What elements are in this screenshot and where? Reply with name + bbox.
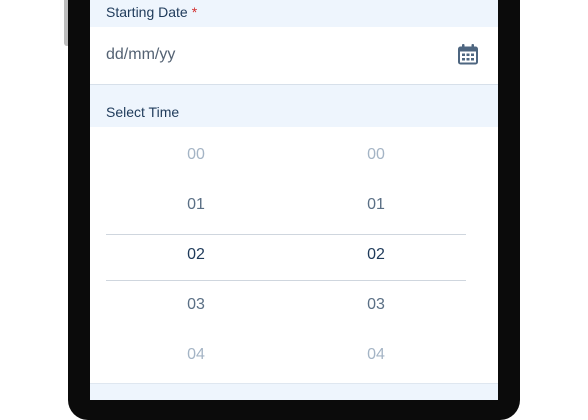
- select-time-label: Select Time: [106, 104, 180, 120]
- minute-option[interactable]: 00: [286, 130, 466, 180]
- hour-option-selected[interactable]: 02: [106, 230, 286, 280]
- calendar-icon[interactable]: [456, 43, 480, 67]
- minute-option[interactable]: 01: [286, 180, 466, 230]
- starting-date-field[interactable]: dd/mm/yy: [90, 27, 498, 85]
- minute-option-selected[interactable]: 02: [286, 230, 466, 280]
- hour-option[interactable]: 03: [106, 280, 286, 330]
- hour-option[interactable]: 01: [106, 180, 286, 230]
- hour-option[interactable]: 04: [106, 330, 286, 380]
- starting-date-label-text: Starting Date: [106, 4, 188, 20]
- select-time-header: Select Time: [90, 85, 498, 127]
- hour-option[interactable]: 00: [106, 130, 286, 180]
- minute-wheel[interactable]: 00 01 02 03 04: [286, 127, 466, 383]
- minute-option[interactable]: 03: [286, 280, 466, 330]
- date-placeholder: dd/mm/yy: [106, 46, 176, 63]
- starting-date-header: Starting Date *: [90, 0, 498, 27]
- hour-wheel[interactable]: 00 01 02 03 04: [106, 127, 286, 383]
- form-screen: Starting Date * dd/mm/yy Select Time 00 0…: [90, 0, 498, 400]
- time-picker[interactable]: 00 01 02 03 04 00 01 02 03 04: [106, 127, 466, 383]
- starting-date-label: Starting Date *: [106, 4, 197, 20]
- next-section-header: [90, 383, 498, 400]
- minute-option[interactable]: 04: [286, 330, 466, 380]
- required-asterisk: *: [191, 4, 198, 20]
